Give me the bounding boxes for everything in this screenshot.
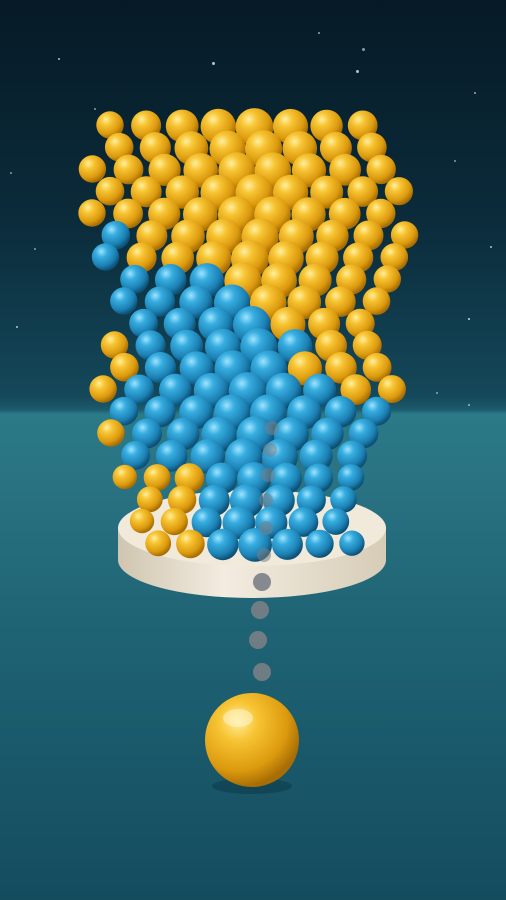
aim-dot	[253, 663, 271, 681]
yellow-sphere	[97, 419, 125, 447]
shooter-ball[interactable]	[205, 693, 299, 794]
yellow-sphere	[136, 486, 163, 513]
blue-sphere	[207, 528, 239, 561]
aim-dot	[257, 548, 271, 562]
blue-sphere	[271, 528, 303, 560]
aim-dot	[259, 521, 273, 535]
yellow-sphere	[384, 177, 413, 206]
aim-dot	[253, 573, 271, 591]
yellow-sphere	[176, 529, 205, 559]
yellow-sphere	[112, 464, 137, 490]
aim-dot	[251, 601, 269, 619]
aim-dot	[261, 468, 275, 482]
blue-sphere	[339, 530, 365, 556]
game-scene[interactable]	[0, 0, 506, 900]
yellow-sphere	[160, 507, 188, 536]
blue-sphere	[305, 529, 334, 558]
blue-sphere	[322, 508, 350, 535]
aim-dot	[265, 421, 279, 435]
sphere-tower	[78, 108, 419, 562]
game-board[interactable]	[0, 0, 506, 900]
blue-sphere	[91, 243, 120, 271]
aim-dot	[259, 493, 273, 507]
yellow-sphere	[145, 530, 172, 557]
yellow-sphere	[89, 375, 117, 403]
aim-dot	[249, 631, 267, 649]
blue-sphere	[110, 287, 138, 315]
yellow-sphere	[78, 199, 106, 227]
aim-dot	[263, 443, 277, 457]
yellow-sphere	[129, 508, 155, 534]
yellow-sphere	[78, 155, 107, 183]
